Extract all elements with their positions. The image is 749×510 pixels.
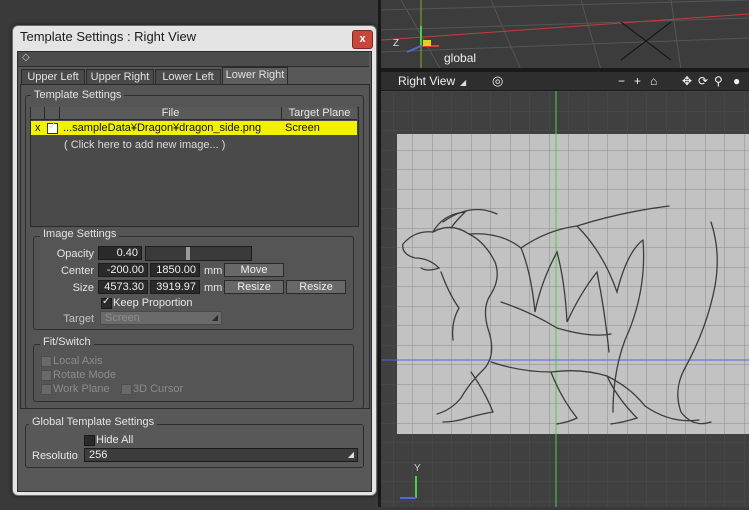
3d-cursor-label: 3D Cursor	[133, 383, 184, 395]
tab-upper-left[interactable]: Upper Left	[21, 69, 85, 85]
size-y-field[interactable]: 3919.97	[150, 280, 200, 294]
tab-upper-right[interactable]: Upper Right	[86, 69, 154, 85]
rotate-icon[interactable]: ⟳	[698, 74, 708, 88]
top-viewport[interactable]	[380, 0, 749, 71]
size-label: Size	[72, 282, 94, 294]
global-axis-label: global	[444, 51, 477, 65]
keep-proportion-checkbox[interactable]	[101, 296, 112, 309]
row-target-plane[interactable]: Screen	[285, 121, 320, 135]
pan-icon[interactable]: ✥	[682, 74, 692, 88]
zoom-in-icon[interactable]: +	[634, 74, 641, 88]
viewport-title[interactable]: Right View	[398, 74, 455, 88]
axis-z-label: Z	[393, 38, 400, 49]
resolution-label: Resolutio	[32, 450, 78, 462]
col-mark-header	[31, 107, 45, 120]
template-settings-label: Template Settings	[31, 89, 125, 101]
magnify-icon[interactable]: ⚲	[714, 74, 723, 88]
hide-all-checkbox[interactable]	[84, 435, 95, 446]
opacity-slider[interactable]	[145, 246, 252, 261]
target-select-value: Screen	[105, 312, 140, 324]
3d-cursor-checkbox[interactable]	[121, 384, 132, 395]
image-settings-label: Image Settings	[40, 228, 120, 240]
collapse-bar[interactable]	[18, 52, 369, 67]
col-file-header[interactable]: File	[60, 107, 282, 120]
move-button[interactable]: Move	[224, 263, 284, 277]
axis-gizmo-icon	[400, 476, 417, 499]
resize-width-button[interactable]: Resize	[224, 280, 284, 294]
work-plane-checkbox[interactable]	[41, 384, 52, 395]
tab-lower-left[interactable]: Lower Left	[155, 69, 221, 85]
center-x-field[interactable]: -200.00	[98, 263, 148, 277]
col-target-header[interactable]: Target Plane	[282, 107, 357, 120]
center-y-field[interactable]: 1850.00	[150, 263, 200, 277]
keep-proportion-label: Keep Proportion	[113, 297, 193, 309]
center-label: Center	[60, 265, 94, 277]
chevron-down-icon: ◢	[347, 450, 354, 459]
opacity-slider-thumb[interactable]	[186, 247, 190, 260]
right-viewport-canvas	[381, 90, 749, 507]
rotate-mode-checkbox[interactable]	[41, 370, 52, 381]
dialog-title: Template Settings : Right View	[20, 29, 197, 44]
row-file-path[interactable]: ...sampleData¥Dragon¥dragon_side.png	[63, 121, 261, 135]
resolution-select[interactable]: 256 ◢	[84, 448, 358, 462]
target-icon[interactable]: ◎	[492, 73, 503, 89]
col-check-header	[45, 107, 60, 120]
size-unit: mm	[204, 282, 223, 294]
hide-all-label: Hide All	[96, 434, 134, 446]
add-image-row[interactable]: ( Click here to add new image... )	[64, 139, 225, 151]
global-template-settings-label: Global Template Settings	[29, 416, 158, 428]
center-unit: mm	[204, 265, 223, 277]
local-axis-label: Local Axis	[53, 355, 103, 367]
collapse-toggle-icon[interactable]: ◇	[22, 52, 30, 63]
target-label: Target	[63, 313, 94, 325]
local-axis-checkbox[interactable]	[41, 356, 52, 367]
fit-switch-label: Fit/Switch	[40, 336, 94, 348]
viewport-menu-arrow-icon[interactable]: ◢	[460, 78, 466, 87]
tab-lower-right[interactable]: Lower Right	[222, 67, 288, 85]
rotate-mode-label: Rotate Mode	[53, 369, 116, 381]
opacity-label: Opacity	[56, 248, 94, 260]
top-viewport-grid	[380, 0, 749, 71]
resize-height-button[interactable]: Resize	[286, 280, 346, 294]
row-visible-checkbox[interactable]: ✓	[47, 121, 58, 134]
target-select[interactable]: Screen ◢	[100, 311, 222, 325]
chevron-down-icon: ◢	[211, 313, 218, 322]
size-x-field[interactable]: 4573.30	[98, 280, 148, 294]
zoom-out-icon[interactable]: −	[618, 74, 625, 88]
shading-icon[interactable]: ●	[733, 74, 740, 88]
camera-icon[interactable]: ⌂	[650, 74, 657, 88]
resolution-select-value: 256	[89, 449, 108, 461]
close-button[interactable]: x	[352, 30, 373, 49]
opacity-field[interactable]: 0.40	[98, 246, 142, 260]
work-plane-label: Work Plane	[53, 383, 110, 395]
right-viewport[interactable]	[381, 72, 749, 507]
row-mark: x	[35, 122, 41, 134]
